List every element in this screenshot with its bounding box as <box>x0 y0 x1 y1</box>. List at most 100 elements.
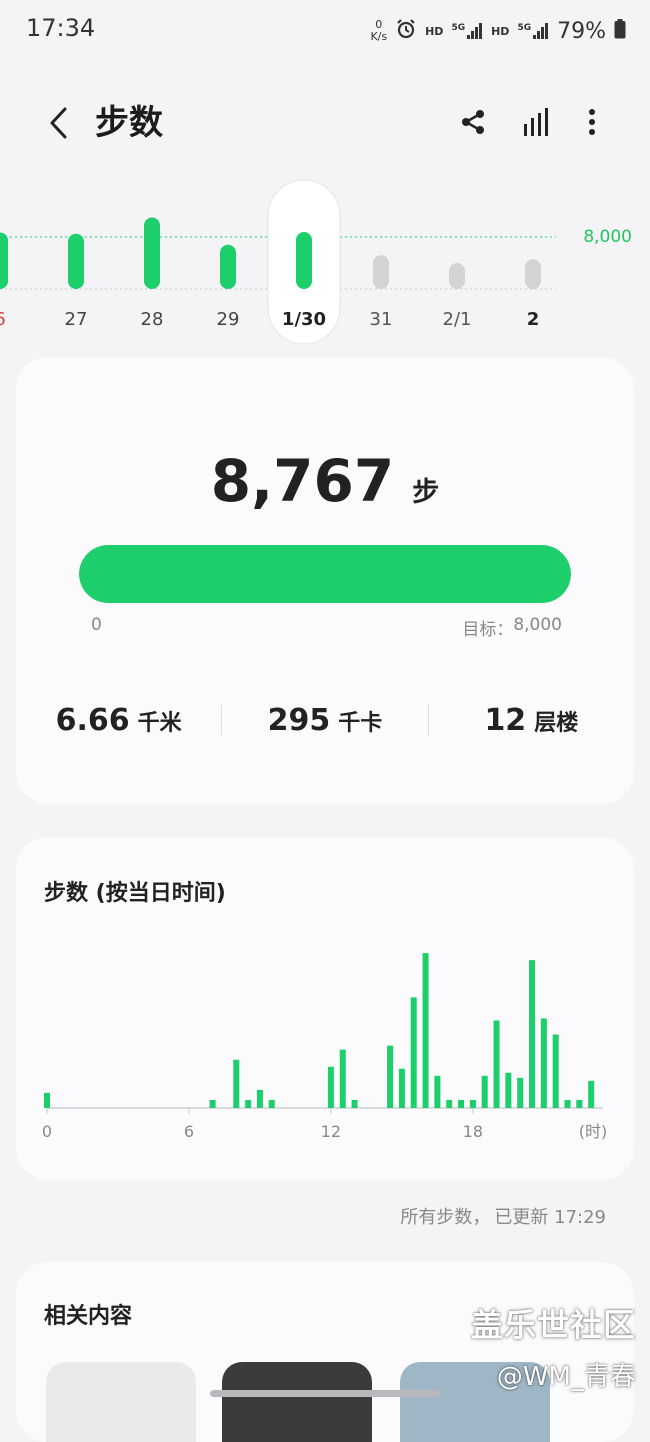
day-bar[interactable] <box>68 233 84 289</box>
x-axis-unit: (时) <box>579 1122 608 1141</box>
home-indicator[interactable] <box>210 1390 440 1397</box>
watermark-user: @WM_青春 <box>496 1362 636 1392</box>
steps-unit: 步 <box>412 477 440 508</box>
hourly-bar <box>481 1075 488 1108</box>
status-time: 17:34 <box>26 14 96 42</box>
x-tick-label: 18 <box>463 1122 483 1141</box>
sim2-tag: 5G <box>517 23 532 33</box>
hourly-bar <box>245 1099 252 1108</box>
hourly-bar <box>268 1099 275 1108</box>
day-bar[interactable] <box>220 244 236 289</box>
sim1-tag: 5G <box>451 23 466 33</box>
calories-unit: 千卡 <box>338 710 383 736</box>
steps-progress-bar <box>79 545 571 603</box>
related-thumbnail[interactable] <box>46 1362 196 1442</box>
signal-icon-2: 5G <box>517 23 549 39</box>
hourly-bar <box>233 1059 240 1108</box>
day-label[interactable]: 1/30 <box>282 309 326 330</box>
hourly-bar <box>552 1034 559 1108</box>
day-bar[interactable] <box>144 217 160 290</box>
steps-progress-fill <box>79 545 571 603</box>
day-label[interactable]: 2/1 <box>443 309 472 330</box>
hourly-bar <box>339 1049 346 1108</box>
hourly-bar <box>469 1099 476 1108</box>
hourly-bar <box>588 1080 595 1108</box>
hourly-bar <box>446 1099 453 1108</box>
updated-text: 已更新 17:29 <box>494 1207 606 1228</box>
share-icon <box>462 110 484 134</box>
steps-count: 8,767 <box>210 447 395 515</box>
hd-tag-2: HD <box>491 24 510 38</box>
net-speed-unit: K/s <box>370 30 388 43</box>
x-tick-label: 0 <box>42 1122 52 1141</box>
hourly-bar <box>517 1077 524 1108</box>
day-label[interactable]: 27 <box>65 309 88 330</box>
progress-goal-label: 目标： 8,000 <box>462 615 562 640</box>
status-icons: 0 K/s HD 5G HD 5G 79% <box>370 14 626 48</box>
day-bar[interactable] <box>449 263 465 289</box>
day-label[interactable]: 6 <box>0 309 6 330</box>
hourly-bar <box>209 1099 216 1108</box>
hourly-bar <box>410 997 417 1108</box>
page-title: 步数 <box>95 103 163 143</box>
day-label[interactable]: 31 <box>370 309 393 330</box>
day-label[interactable]: 28 <box>141 309 164 330</box>
alarm-icon <box>395 18 417 44</box>
day-bar[interactable] <box>525 259 541 289</box>
hourly-bar <box>434 1075 441 1108</box>
hourly-bar <box>529 960 536 1108</box>
steps-value-row: 8,767 步 <box>16 447 634 515</box>
more-options-button[interactable] <box>572 100 612 144</box>
hourly-bar <box>422 953 429 1108</box>
back-icon <box>50 107 67 139</box>
hd-tag-1: HD <box>425 24 444 38</box>
progress-min-label: 0 <box>91 615 102 635</box>
stats-row: 6.66 千米 295 千卡 12 层楼 <box>16 697 634 743</box>
steps-summary-card: 8,767 步 0 目标： 8,000 6.66 千米 295 千卡 12 层楼 <box>16 357 634 804</box>
related-thumbnail[interactable] <box>222 1362 372 1442</box>
goal-value: 8,000 <box>513 615 562 635</box>
hourly-bar <box>576 1099 583 1108</box>
day-bar[interactable] <box>373 255 389 289</box>
hourly-bar <box>256 1089 263 1108</box>
hourly-bar <box>493 1020 500 1108</box>
hourly-steps-card[interactable]: 步数 (按当日时间) 0 6 12 18 (时) <box>16 837 634 1180</box>
x-tick-label: 12 <box>321 1122 341 1141</box>
day-bar[interactable] <box>0 232 8 289</box>
trends-button[interactable] <box>516 100 556 144</box>
calories-stat: 295 千卡 <box>222 703 427 738</box>
battery-percent: 79% <box>557 18 606 44</box>
watermark-title: 盖乐世社区 <box>470 1306 636 1344</box>
day-bar[interactable] <box>296 232 312 289</box>
watermark: 盖乐世社区 @WM_青春 <box>471 1300 636 1393</box>
goal-line-label: 8,000 <box>583 227 632 247</box>
net-speed: 0 K/s <box>370 19 387 43</box>
hourly-bar <box>564 1099 571 1108</box>
day-label[interactable]: 2 <box>527 309 540 330</box>
floors-stat: 12 层楼 <box>429 703 634 738</box>
distance-unit: 千米 <box>137 710 182 736</box>
hourly-bar <box>398 1068 405 1108</box>
hourly-bar <box>540 1018 547 1108</box>
hourly-bar <box>458 1099 465 1108</box>
more-vert-icon <box>589 109 595 135</box>
updated-prefix: 所有步数， <box>400 1207 491 1228</box>
hourly-bar <box>387 1045 394 1108</box>
day-label[interactable]: 29 <box>217 309 240 330</box>
floors-unit: 层楼 <box>534 710 579 736</box>
signal-icon: 5G <box>451 23 483 39</box>
day-strip[interactable]: 6 27 28 29 1/30 31 2/1 2 <box>0 176 650 352</box>
hourly-steps-chart: 0 6 12 18 (时) <box>42 953 608 1141</box>
distance-stat: 6.66 千米 <box>16 703 221 738</box>
related-content-title: 相关内容 <box>44 1304 133 1329</box>
hourly-bar <box>505 1072 512 1108</box>
hourly-bar <box>351 1099 358 1108</box>
back-button[interactable] <box>40 100 76 146</box>
goal-prefix: 目标： <box>462 620 514 640</box>
floors-value: 12 <box>484 702 527 738</box>
hourly-bar <box>327 1066 334 1108</box>
share-button[interactable] <box>453 100 493 144</box>
hourly-bar <box>44 1092 50 1108</box>
last-updated: 所有步数， 已更新 17:29 <box>400 1203 606 1229</box>
distance-value: 6.66 <box>55 702 130 738</box>
